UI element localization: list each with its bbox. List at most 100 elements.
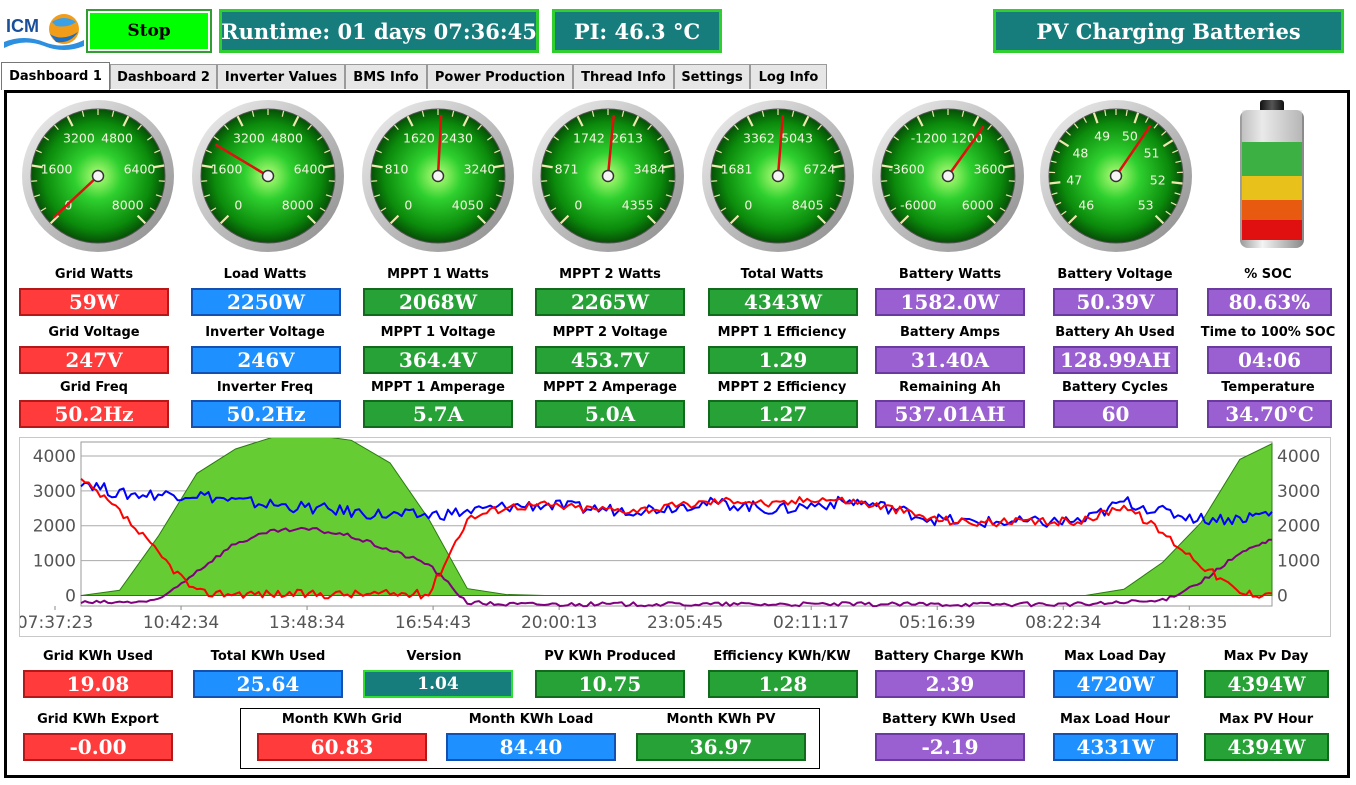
gauge-tick-label: 0 [574, 198, 582, 213]
gauge-tick-label: 6400 [294, 161, 326, 176]
gauge-hub [261, 169, 275, 183]
gauge-tick-label: 48 [1072, 146, 1088, 161]
tab-settings[interactable]: Settings [674, 64, 750, 89]
x-tick-label: 11:28:35 [1151, 613, 1227, 633]
gauge-tick-label: 1600 [211, 161, 243, 176]
gauge-tick-label: 3200 [233, 131, 265, 146]
mppt-1-watts-label: MPPT 1 Watts [387, 267, 489, 282]
max-pv-hour-value: 4394W [1204, 733, 1329, 761]
gauge-tick-label: 53 [1138, 198, 1154, 213]
mppt-2-voltage-label: MPPT 2 Voltage [552, 325, 668, 340]
chart-svg: 0 0 1000 1000 2000 2000 3000 3000 4000 4000 07:37:… [17, 434, 1320, 633]
y-tick-label-right: 0 [1277, 587, 1288, 607]
stop-button[interactable]: Stop [86, 9, 212, 53]
mppt-2-efficiency-value: 1.27 [708, 400, 858, 428]
tab-dashboard-2[interactable]: Dashboard 2 [110, 64, 217, 89]
load-watts-gauge: 0 1600 3200 4800 6400 8000 [192, 100, 344, 252]
power-history-chart: 0 0 1000 1000 2000 2000 3000 3000 4000 4000 07:37:… [17, 434, 1331, 637]
max-load-hour-value: 4331W [1053, 733, 1178, 761]
y-tick-label-right: 4000 [1277, 447, 1320, 467]
x-tick-label: 07:37:23 [20, 613, 93, 633]
mppt-2-watts-value: 2265W [535, 288, 685, 316]
gauge-tick-label: 49 [1094, 128, 1110, 143]
tab-inverter-values[interactable]: Inverter Values [217, 64, 345, 89]
y-tick-label-right: 2000 [1277, 517, 1320, 537]
tab-log-info[interactable]: Log Info [750, 64, 827, 89]
battery-amps-value: 31.40A [875, 346, 1025, 374]
inverter-freq-label: Inverter Freq [216, 380, 314, 395]
runtime-display: Runtime: 01 days 07:36:45 [219, 9, 539, 53]
mppt-2-voltage-value: 453.7V [535, 346, 685, 374]
icm-logo: ICM [4, 8, 84, 54]
battery-ah-used-value: 128.99AH [1053, 346, 1178, 374]
x-tick-label: 23:05:45 [647, 613, 723, 633]
max-pv-day-label: Max Pv Day [1223, 649, 1309, 664]
month-kwh-load-value: 84.40 [446, 733, 616, 761]
gauge-tick-label: 4355 [622, 198, 654, 213]
gauge-tick-label: 52 [1150, 173, 1166, 188]
inverter-voltage-label: Inverter Voltage [205, 325, 325, 340]
gauge-tick-label: 810 [385, 161, 409, 176]
version-value: 1.04 [363, 670, 513, 698]
x-tick-label: 08:22:34 [1025, 613, 1101, 633]
pi-temperature-display: PI: 46.3 °C [552, 9, 722, 53]
y-tick-label-left: 1000 [33, 552, 76, 572]
gauge-tick-label: 3200 [63, 131, 95, 146]
mppt-1-amperage-label: MPPT 1 Amperage [371, 380, 505, 395]
gauge-tick-label: 5043 [781, 131, 813, 146]
stop-button-label: Stop [90, 13, 208, 49]
x-tick-label: 05:16:39 [899, 613, 975, 633]
load-watts-label: Load Watts [223, 267, 307, 282]
tab-dashboard-1[interactable]: Dashboard 1 [1, 62, 110, 90]
battery-soc-icon [1240, 100, 1304, 248]
gauge-tick-label: 8000 [112, 198, 144, 213]
max-load-day-value: 4720W [1053, 670, 1178, 698]
x-tick-label: 16:54:43 [395, 613, 471, 633]
month-kwh-pv-label: Month KWh PV [666, 712, 776, 727]
gauge-hub [941, 169, 955, 183]
gauge-hub [431, 169, 445, 183]
gauge-tick-label: 2430 [441, 131, 473, 146]
y-tick-label-left: 2000 [33, 517, 76, 537]
mppt-1-efficiency-value: 1.29 [708, 346, 858, 374]
gauge-tick-label: 1620 [403, 131, 435, 146]
charging-status-display: PV Charging Batteries [993, 9, 1344, 53]
tab-power-production[interactable]: Power Production [427, 64, 573, 89]
gauge-hub [91, 169, 105, 183]
tab-bms-info[interactable]: BMS Info [345, 64, 427, 89]
x-tick-label: 10:42:34 [143, 613, 219, 633]
mppt-2-watts-label: MPPT 2 Watts [559, 267, 661, 282]
gauge-tick-label: 3362 [743, 131, 775, 146]
inverter-voltage-value: 246V [191, 346, 341, 374]
temperature-label: Temperature [1221, 380, 1315, 395]
gauge-tick-label: 2613 [611, 131, 643, 146]
mppt2-watts-gauge: 0 871 1742 2613 3484 4355 [532, 100, 684, 252]
grid-voltage-value: 247V [19, 346, 169, 374]
gauge-tick-label: 871 [555, 161, 579, 176]
mppt-2-amperage-value: 5.0A [535, 400, 685, 428]
y-tick-label-left: 3000 [33, 482, 76, 502]
gauge-tick-label: 1600 [41, 161, 73, 176]
tab-thread-info[interactable]: Thread Info [573, 64, 674, 89]
gauge-tick-label: -1200 [911, 131, 947, 146]
gauge-tick-label: 0 [744, 198, 752, 213]
inverter-freq-value: 50.2Hz [191, 400, 341, 428]
gauge-tick-label: 3600 [974, 161, 1006, 176]
x-tick-label: 13:48:34 [269, 613, 345, 633]
gauge-tick-label: -3600 [888, 161, 924, 176]
y-tick-label-left: 0 [65, 587, 76, 607]
grid-kwh-export-label: Grid KWh Export [37, 712, 159, 727]
gauge-hub [601, 169, 615, 183]
battery-cycles-value: 60 [1053, 400, 1178, 428]
gauge-tick-label: -6000 [900, 198, 936, 213]
gauge-tick-label: 46 [1078, 198, 1094, 213]
mppt-1-voltage-value: 364.4V [363, 346, 513, 374]
gauge-tick-label: 1742 [573, 131, 605, 146]
battery-voltage-gauge: 46 47 48 49 50 51 52 53 [1040, 100, 1192, 252]
month-kwh-load-label: Month KWh Load [468, 712, 594, 727]
gauge-tick-label: 1681 [721, 161, 753, 176]
grid-watts-value: 59W [19, 288, 169, 316]
battery-watts-value: 1582.0W [875, 288, 1025, 316]
battery-voltage-value: 50.39V [1053, 288, 1178, 316]
y-tick-label-right: 3000 [1277, 482, 1320, 502]
